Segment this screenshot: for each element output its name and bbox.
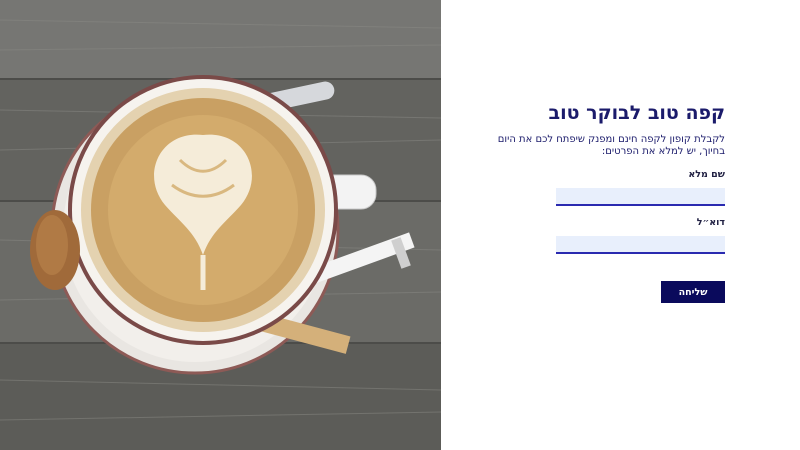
name-label: שם מלא [688, 169, 725, 180]
coupon-form: קפה טוב לבוקר טוב לקבלת קופון לקפה חינם … [479, 98, 725, 303]
signup-panel: קפה טוב לבוקר טוב לקבלת קופון לקפה חינם … [441, 0, 800, 450]
email-label: דוא״ל [696, 217, 725, 228]
intro-text: לקבלת קופון לקפה חינם ומפנק שיפתח לכם את… [497, 134, 725, 157]
submit-button[interactable]: שליחה [661, 281, 725, 303]
full-name-input[interactable] [556, 188, 725, 206]
hero-coffee-image [0, 0, 441, 450]
email-input[interactable] [556, 236, 725, 254]
page-title: קפה טוב לבוקר טוב [548, 102, 725, 124]
coffee-cup-illustration [0, 0, 441, 450]
